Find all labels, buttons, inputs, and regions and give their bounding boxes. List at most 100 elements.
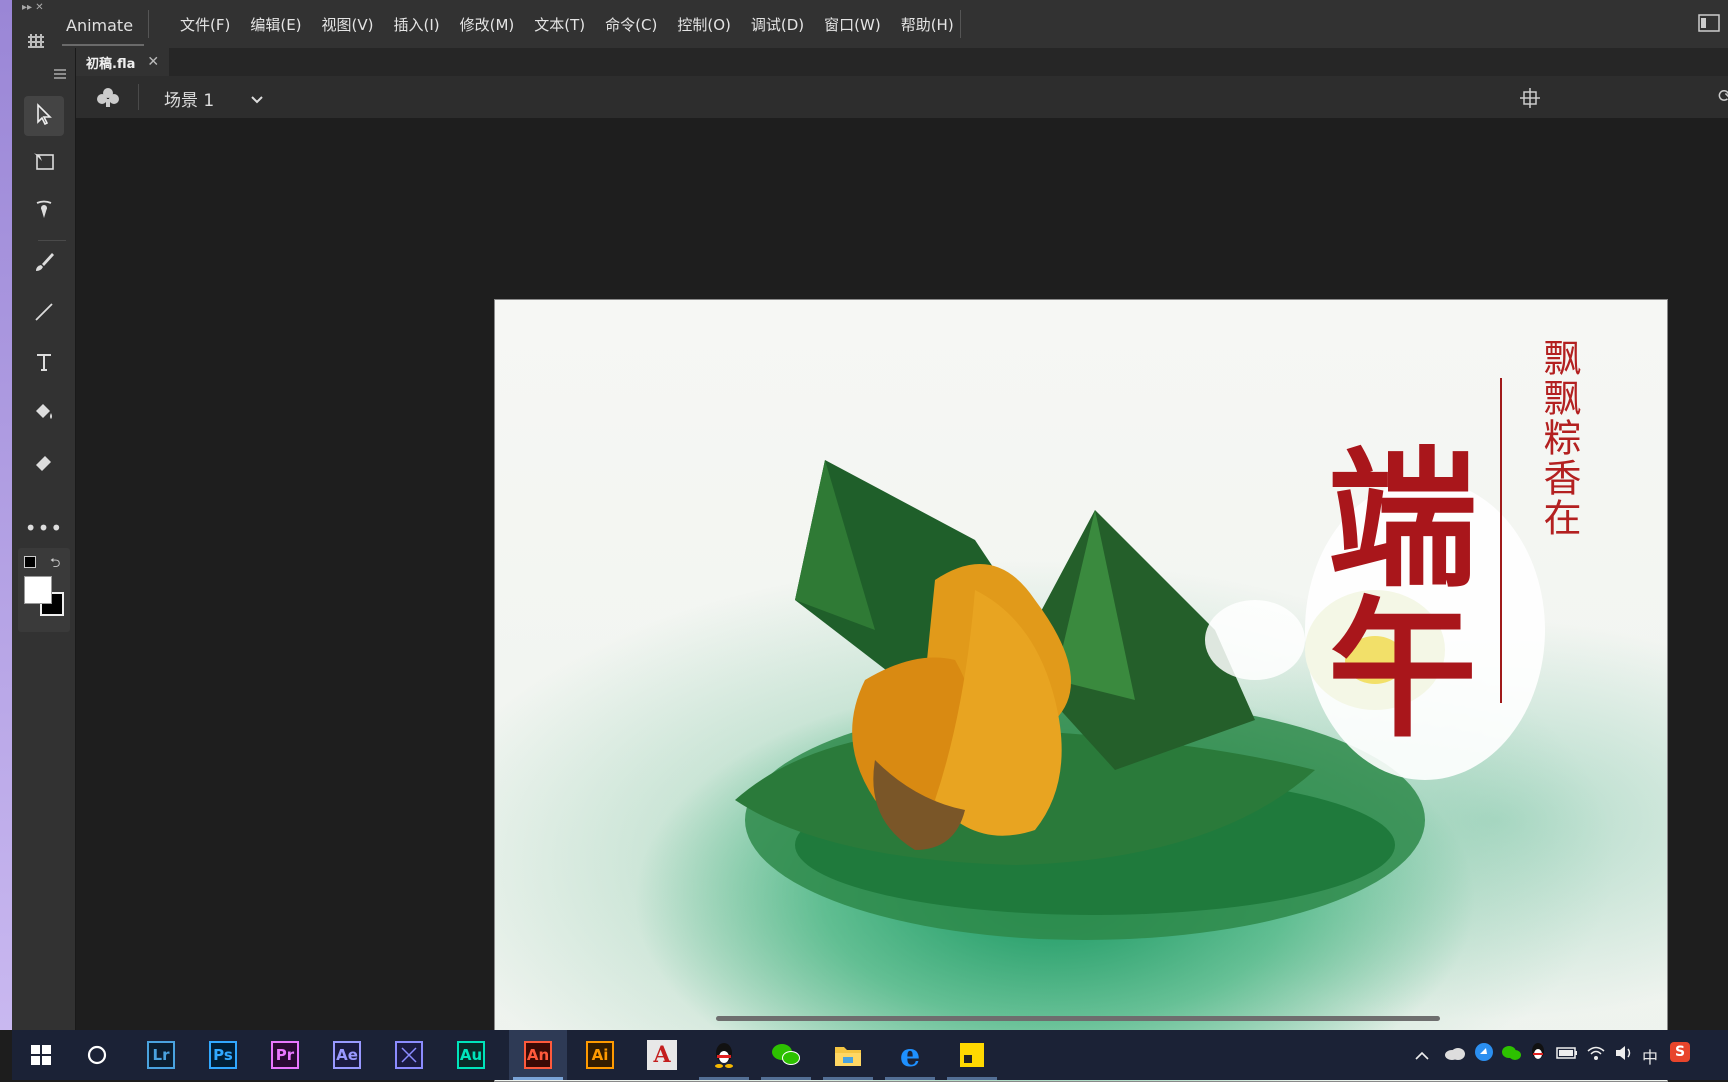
free-transform-tool[interactable] bbox=[24, 144, 64, 184]
menu-bar: ▸▸ ✕ Animate 文件(F) 编辑(E) 视图(V) 插入(I) 修改(… bbox=[12, 0, 1728, 50]
line-icon bbox=[33, 301, 55, 327]
taskbar-sticky-notes[interactable] bbox=[943, 1030, 1001, 1080]
menu-separator bbox=[960, 10, 961, 38]
taskbar-after-effects[interactable]: Ae bbox=[318, 1030, 376, 1080]
paint-bucket-tool[interactable] bbox=[24, 394, 64, 434]
audition-icon: Au bbox=[457, 1041, 485, 1069]
volume-icon[interactable] bbox=[1614, 1045, 1634, 1065]
after-effects-icon: Ae bbox=[333, 1041, 361, 1069]
panel-menu-icon[interactable] bbox=[54, 64, 66, 83]
horizontal-scrollbar[interactable] bbox=[716, 1016, 1440, 1021]
menu-view[interactable]: 视图(V) bbox=[312, 14, 384, 35]
show-hidden-icons[interactable] bbox=[1414, 1045, 1430, 1064]
start-button[interactable] bbox=[12, 1030, 70, 1080]
center-stage-icon[interactable] bbox=[1520, 88, 1540, 112]
zongzi-artwork bbox=[735, 460, 1545, 940]
taskbar-file-explorer[interactable] bbox=[819, 1030, 877, 1080]
wechat-tray-icon[interactable] bbox=[1502, 1045, 1522, 1065]
panel-grip[interactable]: ▸▸ ✕ bbox=[22, 2, 44, 13]
app-name-underline bbox=[62, 44, 144, 46]
default-colors-icon[interactable] bbox=[24, 556, 36, 568]
search-button[interactable] bbox=[68, 1030, 126, 1080]
acrobat-icon: A bbox=[647, 1040, 677, 1070]
poem-divider-line bbox=[1500, 378, 1502, 703]
menu-text[interactable]: 文本(T) bbox=[524, 14, 595, 35]
edit-symbols-icon[interactable] bbox=[96, 86, 120, 112]
transform-icon bbox=[32, 151, 56, 177]
sticky-notes-icon bbox=[960, 1043, 984, 1067]
rotate-stage-icon[interactable]: ⟳ bbox=[1718, 86, 1728, 107]
arrow-icon bbox=[34, 103, 54, 129]
line-tool[interactable] bbox=[24, 294, 64, 334]
menu-window[interactable]: 窗口(W) bbox=[814, 14, 891, 35]
stage-area: 端午 飘飘粽香在 bbox=[76, 118, 1728, 1082]
text-icon bbox=[33, 351, 55, 377]
taskbar-premiere[interactable]: Pr bbox=[256, 1030, 314, 1080]
scene-name[interactable]: 场景 1 bbox=[164, 86, 214, 111]
stage-canvas[interactable]: 端午 飘飘粽香在 bbox=[494, 299, 1668, 1082]
swap-colors-icon[interactable]: ⮌ bbox=[50, 554, 60, 576]
text-tool[interactable] bbox=[24, 344, 64, 384]
warp-icon bbox=[33, 199, 55, 225]
qq-tray-icon[interactable] bbox=[1530, 1042, 1546, 1068]
taskbar-photoshop[interactable]: Ps bbox=[194, 1030, 252, 1080]
taskbar-animate[interactable]: An bbox=[509, 1030, 567, 1080]
scene-separator bbox=[138, 84, 139, 110]
scene-dropdown-icon[interactable] bbox=[250, 90, 264, 109]
windows-taskbar: Lr Ps Pr Ae Au An Ai A e 中 S bbox=[12, 1030, 1728, 1080]
document-tab[interactable]: 初稿.fla ✕ bbox=[76, 48, 170, 78]
animate-icon: An bbox=[524, 1041, 552, 1069]
more-tools[interactable]: ••• bbox=[24, 508, 64, 548]
sync-tray-icon[interactable] bbox=[1474, 1042, 1494, 1066]
workspace-layout-icon[interactable] bbox=[1698, 14, 1720, 32]
scene-bar: 场景 1 ⟳ bbox=[76, 76, 1728, 119]
selection-tool[interactable] bbox=[24, 96, 64, 136]
menu-items: 文件(F) 编辑(E) 视图(V) 插入(I) 修改(M) 文本(T) 命令(C… bbox=[170, 14, 964, 35]
menu-separator bbox=[148, 10, 149, 38]
onedrive-icon[interactable] bbox=[1444, 1045, 1466, 1064]
windows-logo-icon bbox=[31, 1045, 51, 1065]
photoshop-icon: Ps bbox=[209, 1041, 237, 1069]
brush-icon bbox=[33, 251, 55, 277]
wifi-icon[interactable] bbox=[1586, 1045, 1606, 1065]
taskbar-illustrator[interactable]: Ai bbox=[571, 1030, 629, 1080]
lightroom-icon: Lr bbox=[147, 1041, 175, 1069]
asset-warp-tool[interactable] bbox=[24, 192, 64, 232]
menu-modify[interactable]: 修改(M) bbox=[450, 14, 525, 35]
taskbar-edge[interactable]: e bbox=[881, 1030, 939, 1080]
cortana-circle-icon bbox=[87, 1045, 107, 1065]
tool-separator bbox=[38, 240, 66, 241]
taskbar-audition[interactable]: Au bbox=[442, 1030, 500, 1080]
ellipsis-icon: ••• bbox=[24, 516, 64, 540]
color-controls: ⮌ bbox=[18, 548, 70, 632]
menu-control[interactable]: 控制(O) bbox=[667, 14, 741, 35]
app-name: Animate bbox=[66, 16, 134, 35]
eraser-tool[interactable] bbox=[24, 444, 64, 484]
menu-commands[interactable]: 命令(C) bbox=[595, 14, 667, 35]
menu-file[interactable]: 文件(F) bbox=[170, 14, 240, 35]
menu-debug[interactable]: 调试(D) bbox=[741, 14, 814, 35]
wechat-icon bbox=[772, 1044, 800, 1065]
ime-indicator[interactable]: 中 bbox=[1642, 1044, 1658, 1068]
battery-icon[interactable] bbox=[1556, 1045, 1578, 1064]
vertical-poem: 飘飘粽香在 bbox=[1537, 338, 1581, 538]
close-tab-icon[interactable]: ✕ bbox=[147, 54, 159, 70]
edge-browser-icon: e bbox=[899, 1036, 921, 1074]
taskbar-qq[interactable] bbox=[695, 1030, 753, 1080]
taskbar-wechat[interactable] bbox=[757, 1030, 815, 1080]
menu-help[interactable]: 帮助(H) bbox=[891, 14, 964, 35]
folder-icon bbox=[835, 1047, 861, 1066]
document-tab-label: 初稿.fla bbox=[86, 56, 136, 72]
brush-tool[interactable] bbox=[24, 244, 64, 284]
illustrator-icon: Ai bbox=[586, 1041, 614, 1069]
premiere-icon: Pr bbox=[271, 1041, 299, 1069]
taskbar-lightroom[interactable]: Lr bbox=[132, 1030, 190, 1080]
taskbar-media-encoder[interactable] bbox=[380, 1030, 438, 1080]
fill-color-swatch[interactable] bbox=[24, 576, 52, 604]
menu-edit[interactable]: 编辑(E) bbox=[240, 14, 311, 35]
eraser-icon bbox=[33, 451, 55, 477]
menu-insert[interactable]: 插入(I) bbox=[384, 14, 450, 35]
sogou-input-icon[interactable]: S bbox=[1670, 1042, 1690, 1062]
desktop-edge bbox=[0, 0, 12, 1030]
taskbar-acrobat[interactable]: A bbox=[633, 1030, 691, 1080]
